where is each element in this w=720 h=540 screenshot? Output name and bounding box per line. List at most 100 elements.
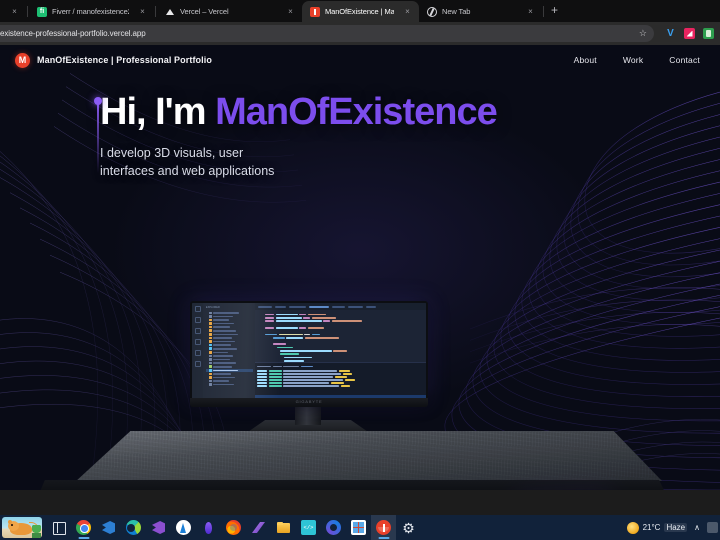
browser-tab-fiverr[interactable]: Fiverr / manofexistence2 / Crea × [29, 1, 154, 22]
green-extension-icon[interactable] [703, 28, 714, 39]
browser-tab[interactable]: × [2, 1, 26, 22]
nav-link-contact[interactable]: Contact [669, 55, 700, 65]
tab-close-icon[interactable]: × [285, 7, 296, 16]
azure-data-studio-button[interactable] [171, 515, 196, 540]
code-editor-button[interactable] [296, 515, 321, 540]
google-chrome-icon [76, 520, 91, 535]
tab-divider [155, 5, 156, 17]
remote-icon [194, 361, 201, 367]
pink-extension-icon[interactable] [684, 28, 695, 39]
task-view-button[interactable] [46, 515, 71, 540]
editor-tab [258, 305, 272, 308]
manofexistence-app-icon [376, 520, 391, 535]
microsoft-store-icon [351, 520, 366, 535]
vscode-window: EXPLORER [192, 303, 426, 399]
browser-tab-manofexistence[interactable]: ManOfExistence | ManOfExisten × [302, 1, 419, 22]
monitor-screen: EXPLORER [190, 301, 428, 401]
google-chrome-button[interactable] [71, 515, 96, 540]
condition-text: Haze [664, 523, 688, 532]
brand[interactable]: ManOfExistence | Professional Portfolio [15, 52, 212, 68]
show-hidden-icons-chevron-icon[interactable]: ∧ [692, 523, 702, 532]
vscode-file-explorer: EXPLORER [203, 303, 255, 399]
code-editor-text [255, 310, 426, 362]
bookmark-star-icon[interactable]: ☆ [639, 28, 647, 38]
clipchamp-icon [326, 520, 341, 535]
firefox-button[interactable] [221, 515, 246, 540]
hero-name: ManOfExistence [215, 91, 498, 133]
windows-taskbar: 21°C Haze ∧ [0, 515, 720, 540]
settings-gear-icon [401, 520, 416, 535]
tab-close-icon[interactable]: × [137, 7, 148, 16]
task-view-icon [51, 520, 66, 535]
web-page-viewport: ManOfExistence | Professional Portfolio … [0, 45, 720, 490]
flame-app-button[interactable] [196, 515, 221, 540]
tab-divider [543, 5, 544, 17]
editor-tab [332, 305, 345, 308]
extensions-icon [194, 350, 201, 356]
firefox-icon [226, 520, 241, 535]
manofexistence-icon [310, 6, 320, 17]
temperature-text: 21°C [642, 523, 661, 532]
tray-icon[interactable] [707, 522, 718, 533]
editor-tab-active [309, 305, 329, 308]
microsoft-store-button[interactable] [346, 515, 371, 540]
tab-title: Vercel – Vercel [180, 7, 229, 16]
tab-close-icon[interactable]: × [402, 7, 413, 16]
address-bar[interactable]: existence-professional-portfolio.vercel.… [0, 25, 654, 42]
url-text: existence-professional-portfolio.vercel.… [0, 29, 146, 38]
hero-subtitle: I develop 3D visuals, user interfaces an… [100, 144, 340, 180]
code-editor-icon [301, 520, 316, 535]
tab-close-icon[interactable]: × [525, 7, 536, 16]
taskbar-app-icons [46, 515, 421, 540]
nav-link-work[interactable]: Work [623, 55, 643, 65]
hero-section: Hi, I'm ManOfExistence I develop 3D visu… [94, 91, 498, 180]
manofexistence-app-button[interactable] [371, 515, 396, 540]
file-explorer-button[interactable] [271, 515, 296, 540]
vscode-activity-bar [192, 303, 203, 399]
editor-tab-bar [255, 303, 426, 310]
powershell-button[interactable] [246, 515, 271, 540]
browser-window: × Fiverr / manofexistence2 / Crea × Verc… [0, 0, 720, 515]
site-nav-links: About Work Contact [574, 55, 700, 65]
clipchamp-button[interactable] [321, 515, 346, 540]
vimeo-extension-icon[interactable] [665, 28, 676, 39]
tab-title: ManOfExistence | ManOfExisten [325, 7, 394, 16]
site-header: ManOfExistence | Professional Portfolio … [0, 45, 720, 75]
debug-icon [194, 339, 201, 345]
browser-tab-newtab[interactable]: New Tab × [419, 1, 542, 22]
explorer-title: EXPLORER [206, 306, 220, 309]
file-explorer-icon [276, 520, 291, 535]
brand-logo-icon [15, 52, 30, 68]
tab-close-icon[interactable]: × [9, 7, 20, 16]
tab-title: Fiverr / manofexistence2 / Crea [52, 7, 129, 16]
nav-link-about[interactable]: About [574, 55, 597, 65]
hero-greeting: Hi, I'm [100, 91, 216, 133]
tab-divider [27, 5, 28, 17]
weather-widget[interactable] [0, 515, 46, 540]
extensions-area [654, 28, 720, 39]
weather-readout[interactable]: 21°C Haze [626, 521, 688, 534]
settings-button[interactable] [396, 515, 421, 540]
browser-tab-vercel[interactable]: Vercel – Vercel × [157, 1, 302, 22]
search-icon [194, 317, 201, 323]
editor-tab [275, 305, 286, 308]
sun-icon [626, 521, 639, 534]
desk-front-edge [35, 480, 670, 490]
editor-tab [289, 305, 306, 308]
vs-code-button[interactable] [96, 515, 121, 540]
desk-surface [76, 431, 662, 481]
new-tab-button[interactable]: + [545, 4, 564, 18]
vscode-editor-group [255, 303, 426, 399]
fiverr-icon [37, 6, 47, 17]
visual-studio-button[interactable] [146, 515, 171, 540]
flame-app-icon [201, 520, 216, 535]
microsoft-edge-button[interactable] [121, 515, 146, 540]
explorer-icon [194, 306, 201, 312]
hero-3d-scene[interactable]: EXPLORER GIGABYTE [0, 195, 720, 490]
vercel-icon [165, 7, 175, 17]
page-title: Hi, I'm ManOfExistence [100, 91, 498, 133]
monitor-bezel-brand [190, 398, 428, 407]
tree-item [206, 383, 253, 387]
tiger-wallpaper-icon [2, 517, 42, 538]
tab-strip: × Fiverr / manofexistence2 / Crea × Verc… [0, 0, 720, 22]
